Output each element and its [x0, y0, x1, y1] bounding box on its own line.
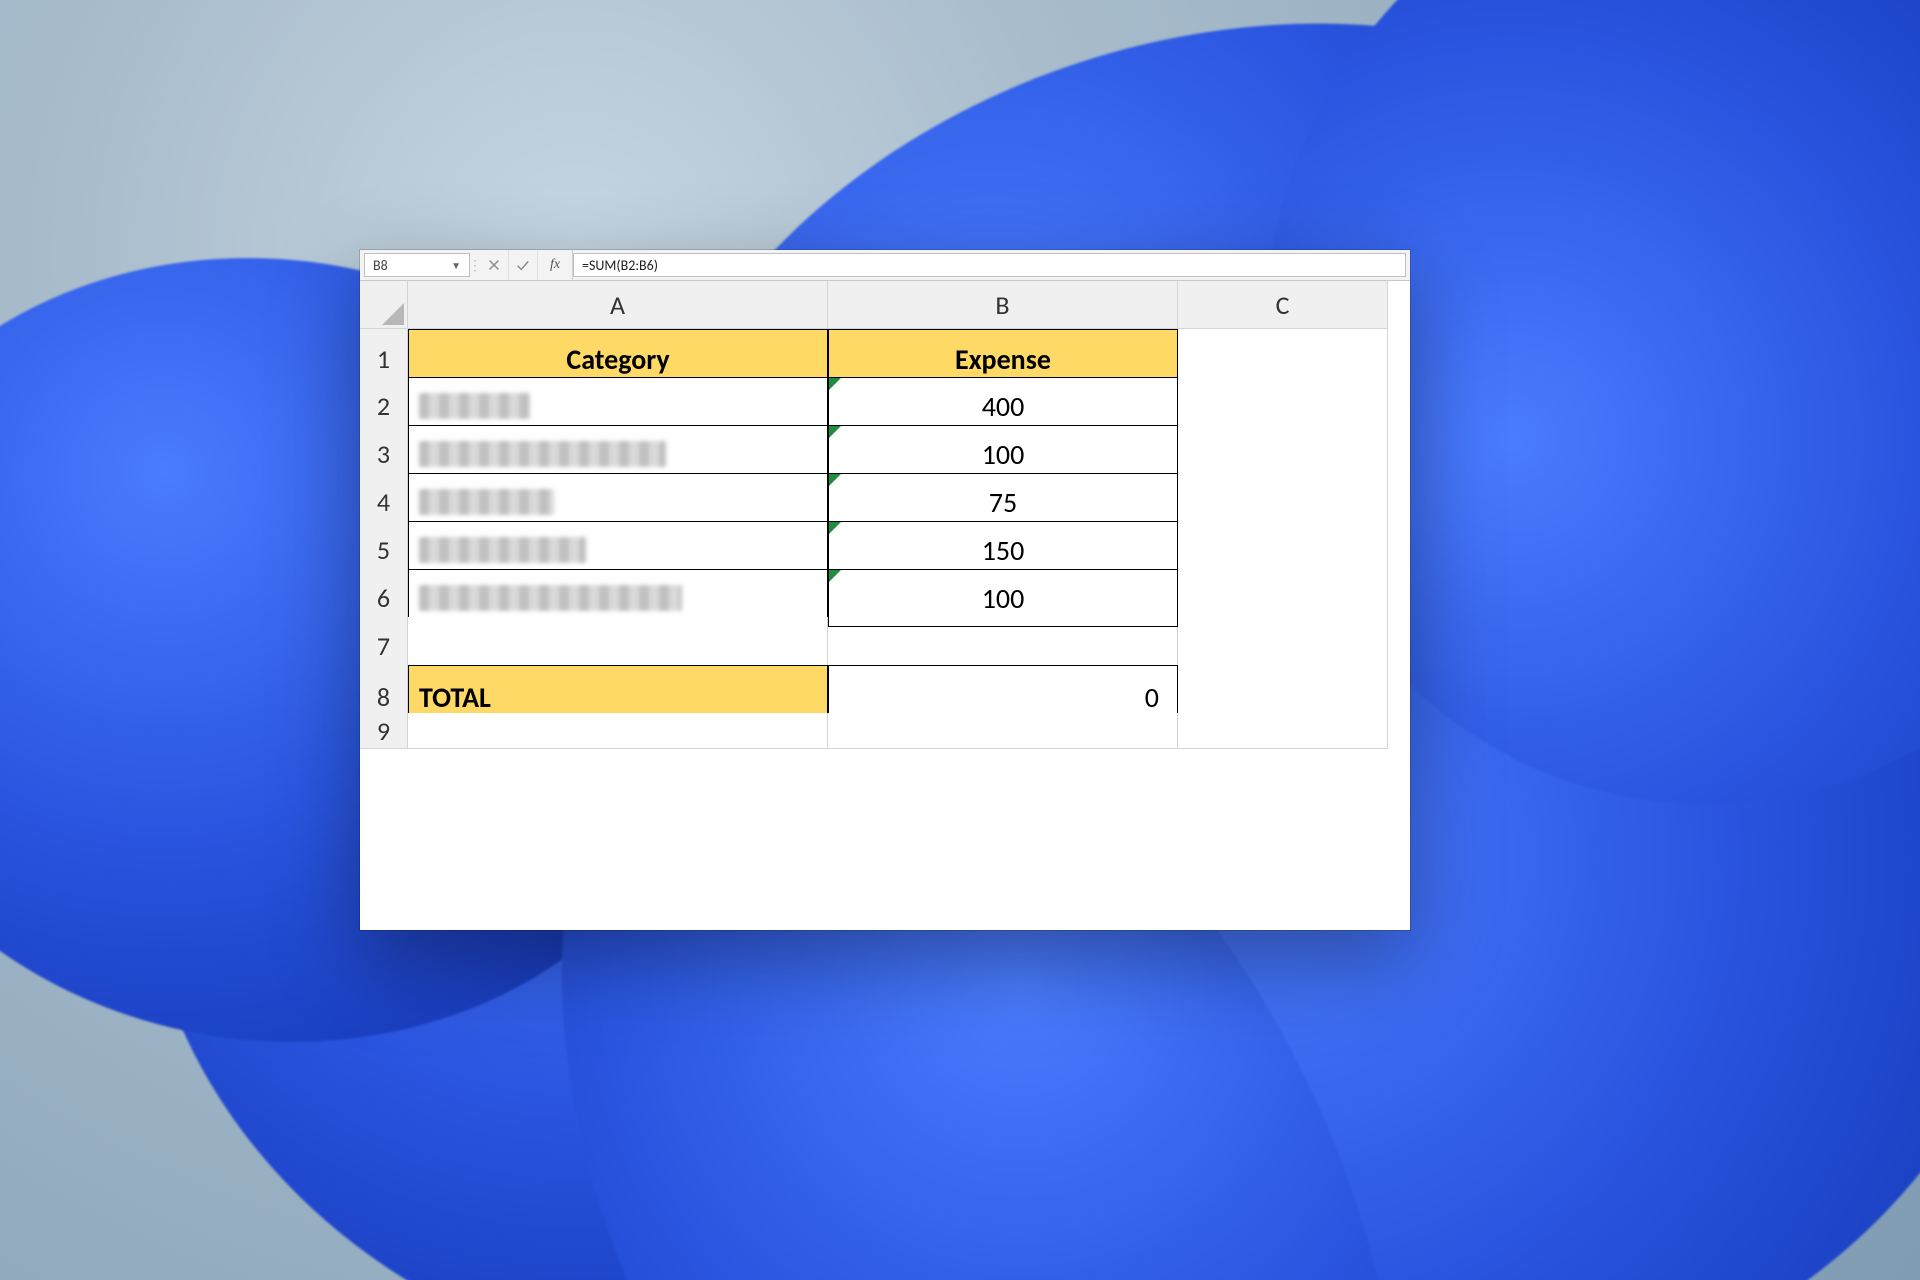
chevron-down-icon: ▼ [451, 259, 461, 272]
column-header-a[interactable]: A [408, 281, 828, 329]
cell-b9[interactable] [828, 713, 1178, 749]
column-header-b[interactable]: B [828, 281, 1178, 329]
select-all-corner[interactable] [360, 281, 408, 329]
redacted-text [419, 393, 530, 419]
cell-a9[interactable] [408, 713, 828, 749]
close-icon [487, 258, 501, 272]
formula-text: =SUM(B2:B6) [582, 257, 658, 274]
redacted-text [419, 537, 586, 563]
redacted-text [419, 489, 554, 515]
name-box[interactable]: B8 ▼ [364, 253, 470, 277]
fx-icon: fx [550, 257, 560, 273]
formula-bar-separator: ⋮ [470, 250, 480, 280]
cell-b6[interactable]: 100 [828, 569, 1178, 627]
formula-bar: B8 ▼ ⋮ fx =SUM(B2:B6) [360, 250, 1410, 281]
enter-formula-button[interactable] [509, 250, 538, 280]
column-header-c[interactable]: C [1178, 281, 1388, 329]
redacted-text [419, 441, 666, 467]
check-icon [516, 258, 530, 272]
redacted-text [419, 585, 682, 611]
cell-c9[interactable] [1178, 713, 1388, 749]
excel-window: B8 ▼ ⋮ fx =SUM(B2:B6) A B C 1 Category E… [360, 250, 1410, 930]
insert-function-button[interactable]: fx [538, 250, 573, 280]
spreadsheet-grid[interactable]: A B C 1 Category Expense 2 400 3 100 4 7… [360, 281, 1410, 761]
formula-input[interactable]: =SUM(B2:B6) [573, 253, 1406, 277]
cancel-formula-button[interactable] [480, 250, 509, 280]
row-header-9[interactable]: 9 [360, 713, 408, 749]
name-box-value: B8 [373, 257, 388, 274]
